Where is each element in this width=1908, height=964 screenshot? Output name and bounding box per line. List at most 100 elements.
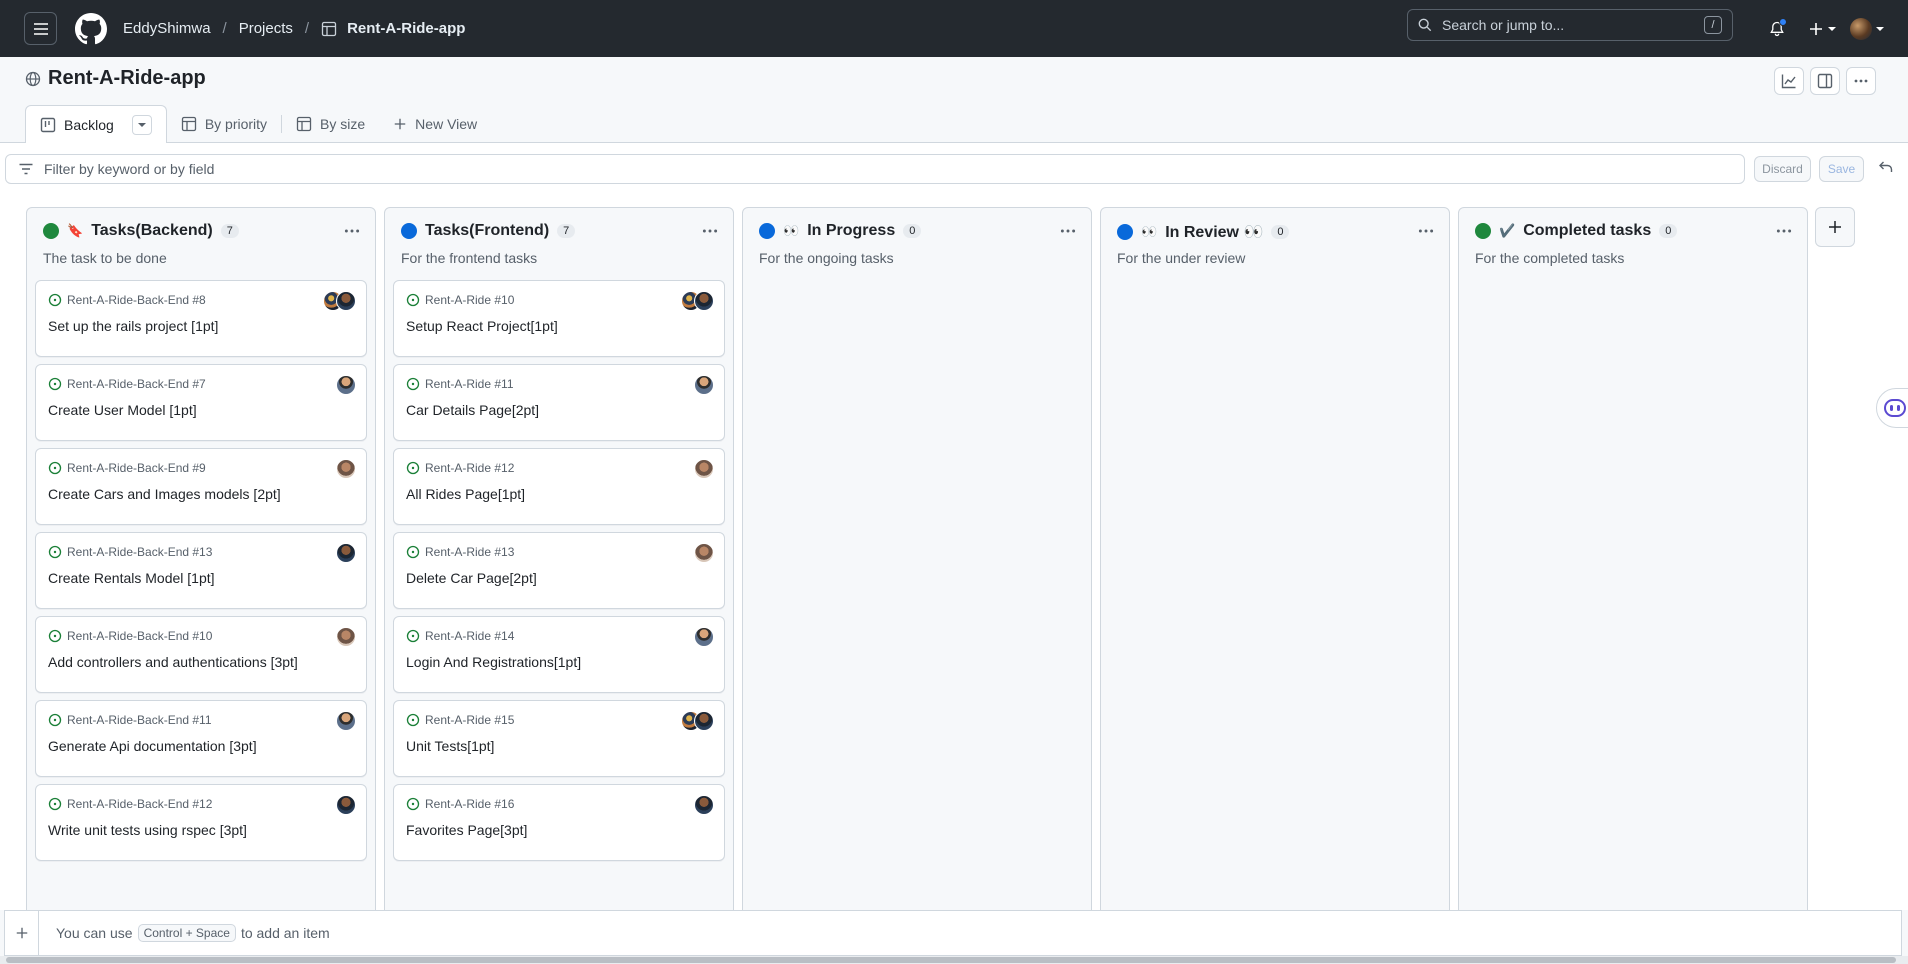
column-menu-button[interactable]: [1417, 222, 1435, 240]
hamburger-menu-button[interactable]: [24, 12, 57, 45]
card-title[interactable]: Write unit tests using rspec [3pt]: [48, 822, 247, 838]
assignee-avatar[interactable]: [694, 711, 714, 731]
tab-by-priority[interactable]: By priority: [167, 105, 281, 143]
table-icon: [296, 116, 312, 132]
column-header[interactable]: 👀 In Review 👀 0: [1117, 222, 1290, 242]
issue-card[interactable]: Rent-A-Ride-Back-End #8 Set up the rails…: [35, 280, 367, 357]
issue-card[interactable]: Rent-A-Ride-Back-End #13 Create Rentals …: [35, 532, 367, 609]
card-title[interactable]: Car Details Page[2pt]: [406, 402, 539, 418]
breadcrumb-projects[interactable]: Projects: [239, 20, 293, 37]
filter-placeholder: Filter by keyword or by field: [44, 161, 215, 177]
assignee-avatar[interactable]: [694, 627, 714, 647]
column-menu-button[interactable]: [701, 222, 719, 240]
assignee-avatar[interactable]: [694, 291, 714, 311]
column-title: Tasks(Frontend): [425, 222, 550, 239]
tab-label: Backlog: [64, 116, 114, 133]
horizontal-scrollbar[interactable]: [0, 956, 1908, 964]
add-item-suffix: to add an item: [240, 925, 330, 941]
issue-card[interactable]: Rent-A-Ride-Back-End #7 Create User Mode…: [35, 364, 367, 441]
issue-card[interactable]: Rent-A-Ride #14 Login And Registrations[…: [393, 616, 725, 693]
tab-by-size[interactable]: By size: [282, 105, 379, 143]
assignee-avatar[interactable]: [336, 543, 356, 563]
issue-card[interactable]: Rent-A-Ride #11 Car Details Page[2pt]: [393, 364, 725, 441]
card-title[interactable]: Favorites Page[3pt]: [406, 822, 527, 838]
insights-button[interactable]: [1774, 67, 1804, 95]
card-title[interactable]: Setup React Project[1pt]: [406, 318, 558, 334]
card-title[interactable]: Set up the rails project [1pt]: [48, 318, 218, 334]
issue-card[interactable]: Rent-A-Ride #15 Unit Tests[1pt]: [393, 700, 725, 777]
issue-card[interactable]: Rent-A-Ride-Back-End #10 Add controllers…: [35, 616, 367, 693]
card-assignees: [336, 375, 356, 395]
card-title[interactable]: Unit Tests[1pt]: [406, 738, 494, 754]
column-title: Tasks(Backend): [91, 222, 213, 239]
assignee-avatar[interactable]: [336, 795, 356, 815]
global-search-input[interactable]: Search or jump to... /: [1407, 9, 1733, 41]
assignee-avatar[interactable]: [694, 375, 714, 395]
card-title[interactable]: Add controllers and authentications [3pt…: [48, 654, 298, 670]
column-menu-button[interactable]: [1059, 222, 1077, 240]
card-title[interactable]: Generate Api documentation [3pt]: [48, 738, 257, 754]
assignee-avatar[interactable]: [336, 291, 356, 311]
column-header[interactable]: 👀 In Progress 0: [759, 222, 922, 240]
filter-input[interactable]: Filter by keyword or by field: [5, 154, 1745, 184]
card-repo-text: Rent-A-Ride #14: [425, 629, 515, 643]
new-view-button[interactable]: New View: [379, 105, 491, 143]
issue-card[interactable]: Rent-A-Ride #10 Setup React Project[1pt]: [393, 280, 725, 357]
column-menu-button[interactable]: [343, 222, 361, 240]
graph-icon: [1781, 74, 1796, 89]
breadcrumb-separator: /: [304, 20, 310, 37]
card-title[interactable]: Create Rentals Model [1pt]: [48, 570, 215, 586]
save-button[interactable]: Save: [1819, 156, 1864, 182]
breadcrumb-project[interactable]: Rent-A-Ride-app: [347, 20, 465, 37]
assignee-avatar[interactable]: [694, 795, 714, 815]
card-title[interactable]: Delete Car Page[2pt]: [406, 570, 537, 586]
filter-icon: [19, 163, 33, 175]
project-more-button[interactable]: [1846, 67, 1876, 95]
assignee-avatar[interactable]: [336, 459, 356, 479]
column-header[interactable]: ✔️ Completed tasks 0: [1475, 222, 1678, 240]
column-menu-button[interactable]: [1775, 222, 1793, 240]
assignee-avatar[interactable]: [336, 627, 356, 647]
add-column-button[interactable]: [1815, 207, 1855, 247]
column-header[interactable]: 🔖 Tasks(Backend) 7: [43, 222, 239, 240]
side-panel-button[interactable]: [1810, 67, 1840, 95]
issue-card[interactable]: Rent-A-Ride #13 Delete Car Page[2pt]: [393, 532, 725, 609]
column-emoji: 👀: [1141, 224, 1158, 239]
column-emoji: 👀: [783, 223, 800, 238]
card-title[interactable]: Create User Model [1pt]: [48, 402, 197, 418]
issue-card[interactable]: Rent-A-Ride-Back-End #11 Generate Api do…: [35, 700, 367, 777]
add-item-button[interactable]: [5, 911, 39, 955]
discard-button[interactable]: Discard: [1754, 156, 1811, 182]
copilot-button[interactable]: [1876, 388, 1908, 428]
view-options-button[interactable]: [131, 114, 152, 135]
breadcrumb-owner[interactable]: EddyShimwa: [123, 20, 211, 37]
board-column: 👀 In Review 👀 0 For the under review: [1100, 207, 1450, 927]
assignee-avatar[interactable]: [694, 459, 714, 479]
user-menu-button[interactable]: [1850, 17, 1884, 40]
notifications-button[interactable]: [1760, 12, 1794, 46]
issue-card[interactable]: Rent-A-Ride-Back-End #12 Write unit test…: [35, 784, 367, 861]
board-column: 👀 In Progress 0 For the ongoing tasks: [742, 207, 1092, 927]
assignee-avatar[interactable]: [336, 375, 356, 395]
plus-icon: [394, 118, 406, 130]
issue-card[interactable]: Rent-A-Ride #16 Favorites Page[3pt]: [393, 784, 725, 861]
board-icon: [40, 117, 56, 132]
issue-card[interactable]: Rent-A-Ride #12 All Rides Page[1pt]: [393, 448, 725, 525]
card-title[interactable]: All Rides Page[1pt]: [406, 486, 525, 502]
issue-card[interactable]: Rent-A-Ride-Back-End #9 Create Cars and …: [35, 448, 367, 525]
card-title[interactable]: Login And Registrations[1pt]: [406, 654, 581, 670]
column-description: For the under review: [1117, 250, 1246, 266]
card-title[interactable]: Create Cars and Images models [2pt]: [48, 486, 281, 502]
assignee-avatar[interactable]: [694, 543, 714, 563]
github-logo-icon[interactable]: [75, 12, 107, 45]
scrollbar-thumb[interactable]: [6, 957, 1896, 963]
undo-icon[interactable]: [1878, 159, 1894, 175]
tab-backlog[interactable]: Backlog: [25, 105, 167, 144]
column-description: For the frontend tasks: [401, 250, 538, 266]
column-header[interactable]: Tasks(Frontend) 7: [401, 222, 576, 240]
header-actions: [1760, 0, 1884, 57]
add-item-bar[interactable]: You can use Control + Space to add an it…: [4, 910, 1902, 956]
assignee-avatar[interactable]: [336, 711, 356, 731]
card-repo-reference: Rent-A-Ride #10: [406, 293, 514, 307]
create-new-button[interactable]: [1808, 21, 1836, 37]
